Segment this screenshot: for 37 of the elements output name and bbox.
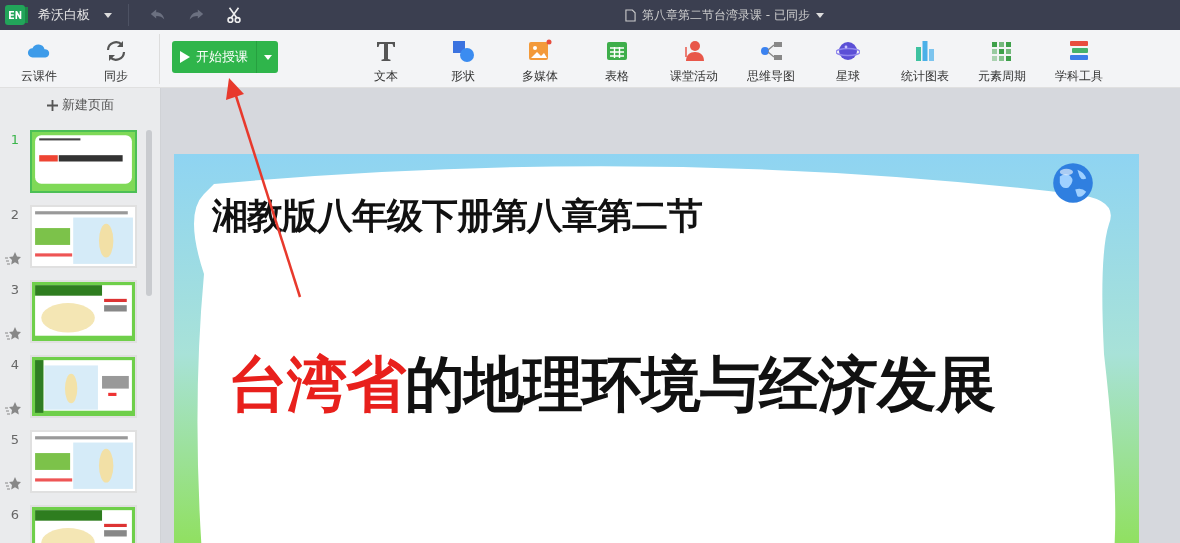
caret-icon[interactable] bbox=[104, 12, 112, 18]
star-icon[interactable] bbox=[5, 252, 21, 266]
page-number: 6 bbox=[10, 507, 20, 522]
toolbar-button[interactable]: 文本 bbox=[347, 32, 424, 85]
app-name: 希沃白板 bbox=[38, 6, 90, 24]
toolbar-button[interactable]: 课堂活动 bbox=[655, 32, 732, 85]
document-title[interactable]: 第八章第二节台湾录课 - 已同步 bbox=[642, 6, 810, 24]
toolbar-button[interactable]: 学科工具 bbox=[1040, 32, 1117, 85]
page-number: 3 bbox=[10, 282, 20, 297]
caret-icon bbox=[263, 54, 272, 60]
toolbar-button[interactable]: 思维导图 bbox=[732, 32, 809, 85]
star-icon[interactable] bbox=[5, 327, 21, 341]
image-icon bbox=[527, 38, 552, 63]
toolbar-button[interactable]: 星球 bbox=[809, 32, 886, 85]
toolbar-button[interactable]: 形状 bbox=[424, 32, 501, 85]
plus-icon bbox=[46, 99, 58, 111]
slide-title: 台湾省的地理环境与经济发展 bbox=[228, 348, 996, 421]
document-icon bbox=[625, 8, 636, 22]
star-icon[interactable] bbox=[5, 477, 21, 491]
page-number: 2 bbox=[10, 207, 20, 222]
star-icon[interactable] bbox=[5, 402, 21, 416]
play-icon bbox=[180, 51, 190, 63]
shapes-icon bbox=[450, 38, 475, 63]
dropdown-button[interactable] bbox=[256, 41, 278, 73]
toolbar-button[interactable]: 云课件 bbox=[0, 32, 77, 85]
toolbar-button[interactable]: 同步 bbox=[77, 32, 154, 85]
scissors-icon[interactable] bbox=[225, 6, 243, 24]
logo-icon bbox=[5, 5, 29, 25]
page-number: 5 bbox=[10, 432, 20, 447]
new-page-button[interactable]: 新建页面 bbox=[40, 94, 120, 116]
page-number: 1 bbox=[10, 132, 20, 147]
caret-icon[interactable] bbox=[815, 12, 824, 18]
page-number: 4 bbox=[10, 357, 20, 372]
toolbar-button[interactable]: 多媒体 bbox=[501, 32, 578, 85]
toolbar-button[interactable]: 表格 bbox=[578, 32, 655, 85]
toolbar-button[interactable]: 统计图表 bbox=[886, 32, 963, 85]
toolbar-button[interactable]: 元素周期 bbox=[963, 32, 1040, 85]
